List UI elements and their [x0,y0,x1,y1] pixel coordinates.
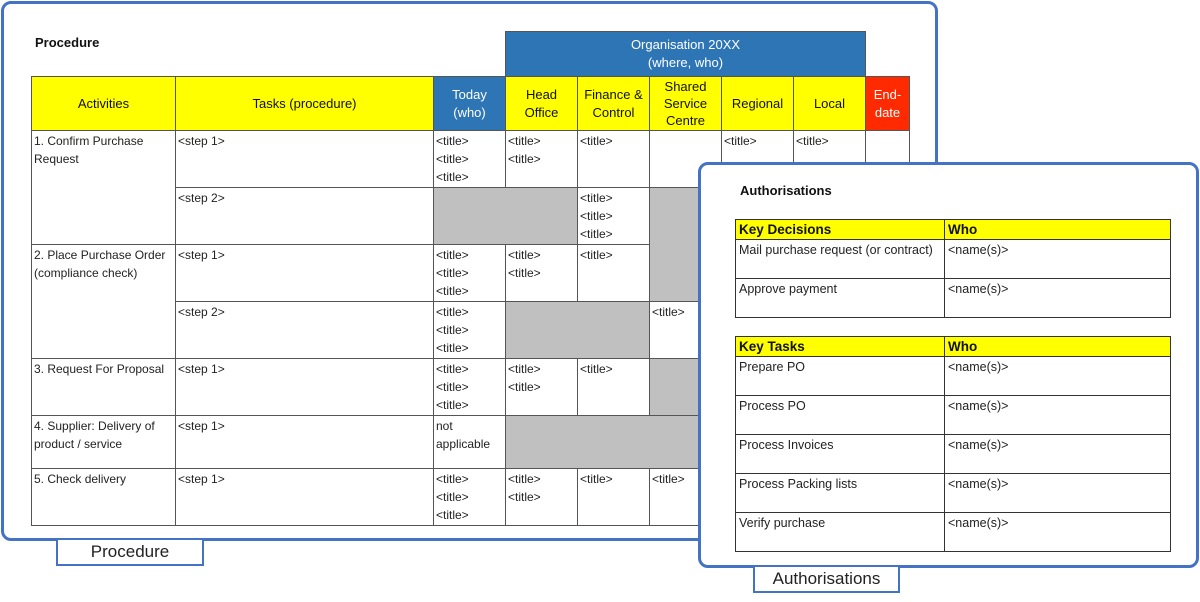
finance-cell: <title> [577,244,650,302]
head-office-cell: <title> <title> [505,130,578,188]
step-cell: <step 1> [175,415,434,469]
today-cell: <title> <title> <title> [433,130,506,188]
who-header: Who [944,219,1171,240]
step-cell: <step 2> [175,187,434,245]
activity-cell: 4. Supplier: Delivery of product / servi… [31,415,176,469]
decision-item: Mail purchase request (or contract) [735,239,945,279]
task-who: <name(s)> [944,356,1171,396]
col-tasks: Tasks (procedure) [175,76,434,131]
today-cell: <title> <title> <title> [433,468,506,526]
col-finance: Finance & Control [577,76,650,131]
gray-cell [433,187,578,245]
finance-cell: <title> [577,130,650,188]
head-office-cell: <title> <title> [505,468,578,526]
step-cell: <step 2> [175,301,434,359]
today-cell: <title> <title> <title> [433,301,506,359]
task-who: <name(s)> [944,473,1171,513]
decision-item: Approve payment [735,278,945,318]
task-who: <name(s)> [944,434,1171,474]
key-decisions-header: Key Decisions [735,219,945,240]
activity-cell: 5. Check delivery [31,468,176,526]
who-header: Who [944,336,1171,357]
authorisations-panel: Authorisations Key Decisions Who Mail pu… [698,162,1199,568]
procedure-caption: Procedure [56,540,204,566]
task-item: Verify purchase [735,512,945,552]
decision-who: <name(s)> [944,278,1171,318]
gray-cell [505,301,650,359]
authorisations-caption: Authorisations [753,567,900,593]
key-tasks-header: Key Tasks [735,336,945,357]
col-head-office: Head Office [505,76,578,131]
activity-cell: 3. Request For Proposal [31,358,176,416]
col-activities: Activities [31,76,176,131]
step-cell: <step 1> [175,130,434,188]
head-office-cell: <title> <title> [505,358,578,416]
key-decisions-table: Key Decisions Who Mail purchase request … [735,219,1171,318]
activity-cell: 2. Place Purchase Order (compliance chec… [31,244,176,359]
today-cell: <title> <title> <title> [433,244,506,302]
step-cell: <step 1> [175,468,434,526]
task-who: <name(s)> [944,512,1171,552]
finance-cell: <title> <title> <title> [577,187,650,245]
step-cell: <step 1> [175,358,434,416]
finance-cell: <title> [577,358,650,416]
task-item: Process Invoices [735,434,945,474]
step-cell: <step 1> [175,244,434,302]
task-who: <name(s)> [944,395,1171,435]
col-local: Local [793,76,866,131]
today-cell: not applicable [433,415,506,469]
task-item: Prepare PO [735,356,945,396]
activity-cell: 1. Confirm Purchase Request [31,130,176,245]
task-item: Process PO [735,395,945,435]
col-regional: Regional [721,76,794,131]
key-tasks-table: Key Tasks Who Prepare PO <name(s)> Proce… [735,336,1171,552]
col-shared-service: Shared Service Centre [649,76,722,131]
authorisations-title: Authorisations [740,183,832,198]
decision-who: <name(s)> [944,239,1171,279]
task-item: Process Packing lists [735,473,945,513]
col-today: Today (who) [433,76,506,131]
org-header: Organisation 20XX (where, who) [505,31,866,77]
head-office-cell: <title> <title> [505,244,578,302]
today-cell: <title> <title> <title> [433,358,506,416]
finance-cell: <title> [577,468,650,526]
col-end-date: End- date [865,76,910,131]
